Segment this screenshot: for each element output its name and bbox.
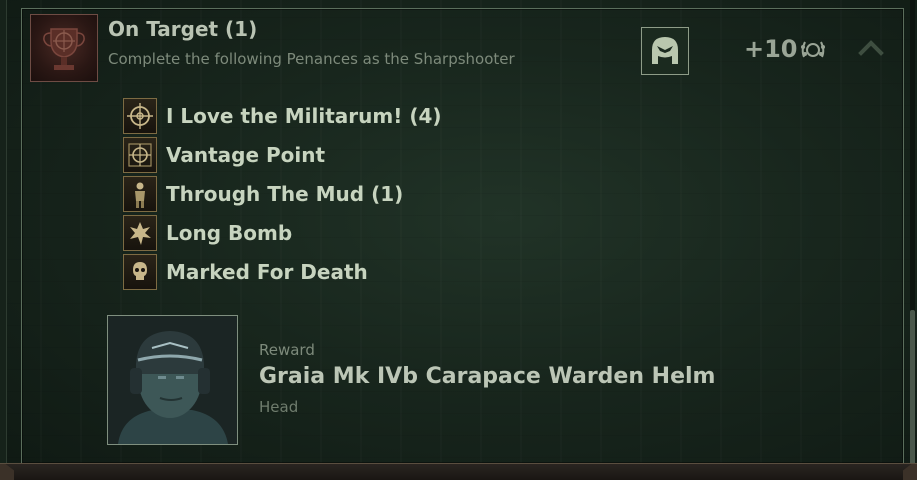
- reward-name: Graia Mk IVb Carapace Warden Helm: [259, 364, 716, 389]
- penance-points: +10: [744, 35, 798, 63]
- skull-icon: [123, 254, 157, 290]
- reward-label: Reward: [259, 341, 315, 359]
- reward-slot: Head: [259, 398, 299, 416]
- scrollbar-thumb[interactable]: [910, 310, 915, 470]
- bottom-frame: [0, 463, 917, 480]
- list-item-label: Long Bomb: [166, 221, 293, 245]
- left-edge-frame: [0, 0, 7, 480]
- penance-description: Complete the following Penances as the S…: [108, 50, 515, 68]
- frame-corner-right: [903, 464, 917, 480]
- list-item[interactable]: Vantage Point: [123, 137, 523, 173]
- list-item-label: Through The Mud (1): [166, 182, 404, 206]
- chevron-up-icon[interactable]: [858, 38, 884, 58]
- laurel-icon: [798, 35, 828, 65]
- veteran-helmet-icon: [641, 27, 689, 75]
- list-item-label: I Love the Militarum! (4): [166, 104, 442, 128]
- soldier-icon: [123, 176, 157, 212]
- scope-crosshair-icon: [123, 137, 157, 173]
- list-item-label: Vantage Point: [166, 143, 326, 167]
- list-item[interactable]: Through The Mud (1): [123, 176, 523, 212]
- penance-title: On Target (1): [108, 17, 258, 41]
- trophy-crosshair-icon: [30, 14, 98, 82]
- explosion-icon: [123, 215, 157, 251]
- frame-corner-left: [0, 464, 14, 480]
- carapace-helm-portrait[interactable]: [107, 315, 238, 445]
- crosshair-icon: [123, 98, 157, 134]
- list-item[interactable]: Long Bomb: [123, 215, 523, 251]
- list-item[interactable]: I Love the Militarum! (4): [123, 98, 523, 134]
- list-item[interactable]: Marked For Death: [123, 254, 523, 290]
- list-item-label: Marked For Death: [166, 260, 368, 284]
